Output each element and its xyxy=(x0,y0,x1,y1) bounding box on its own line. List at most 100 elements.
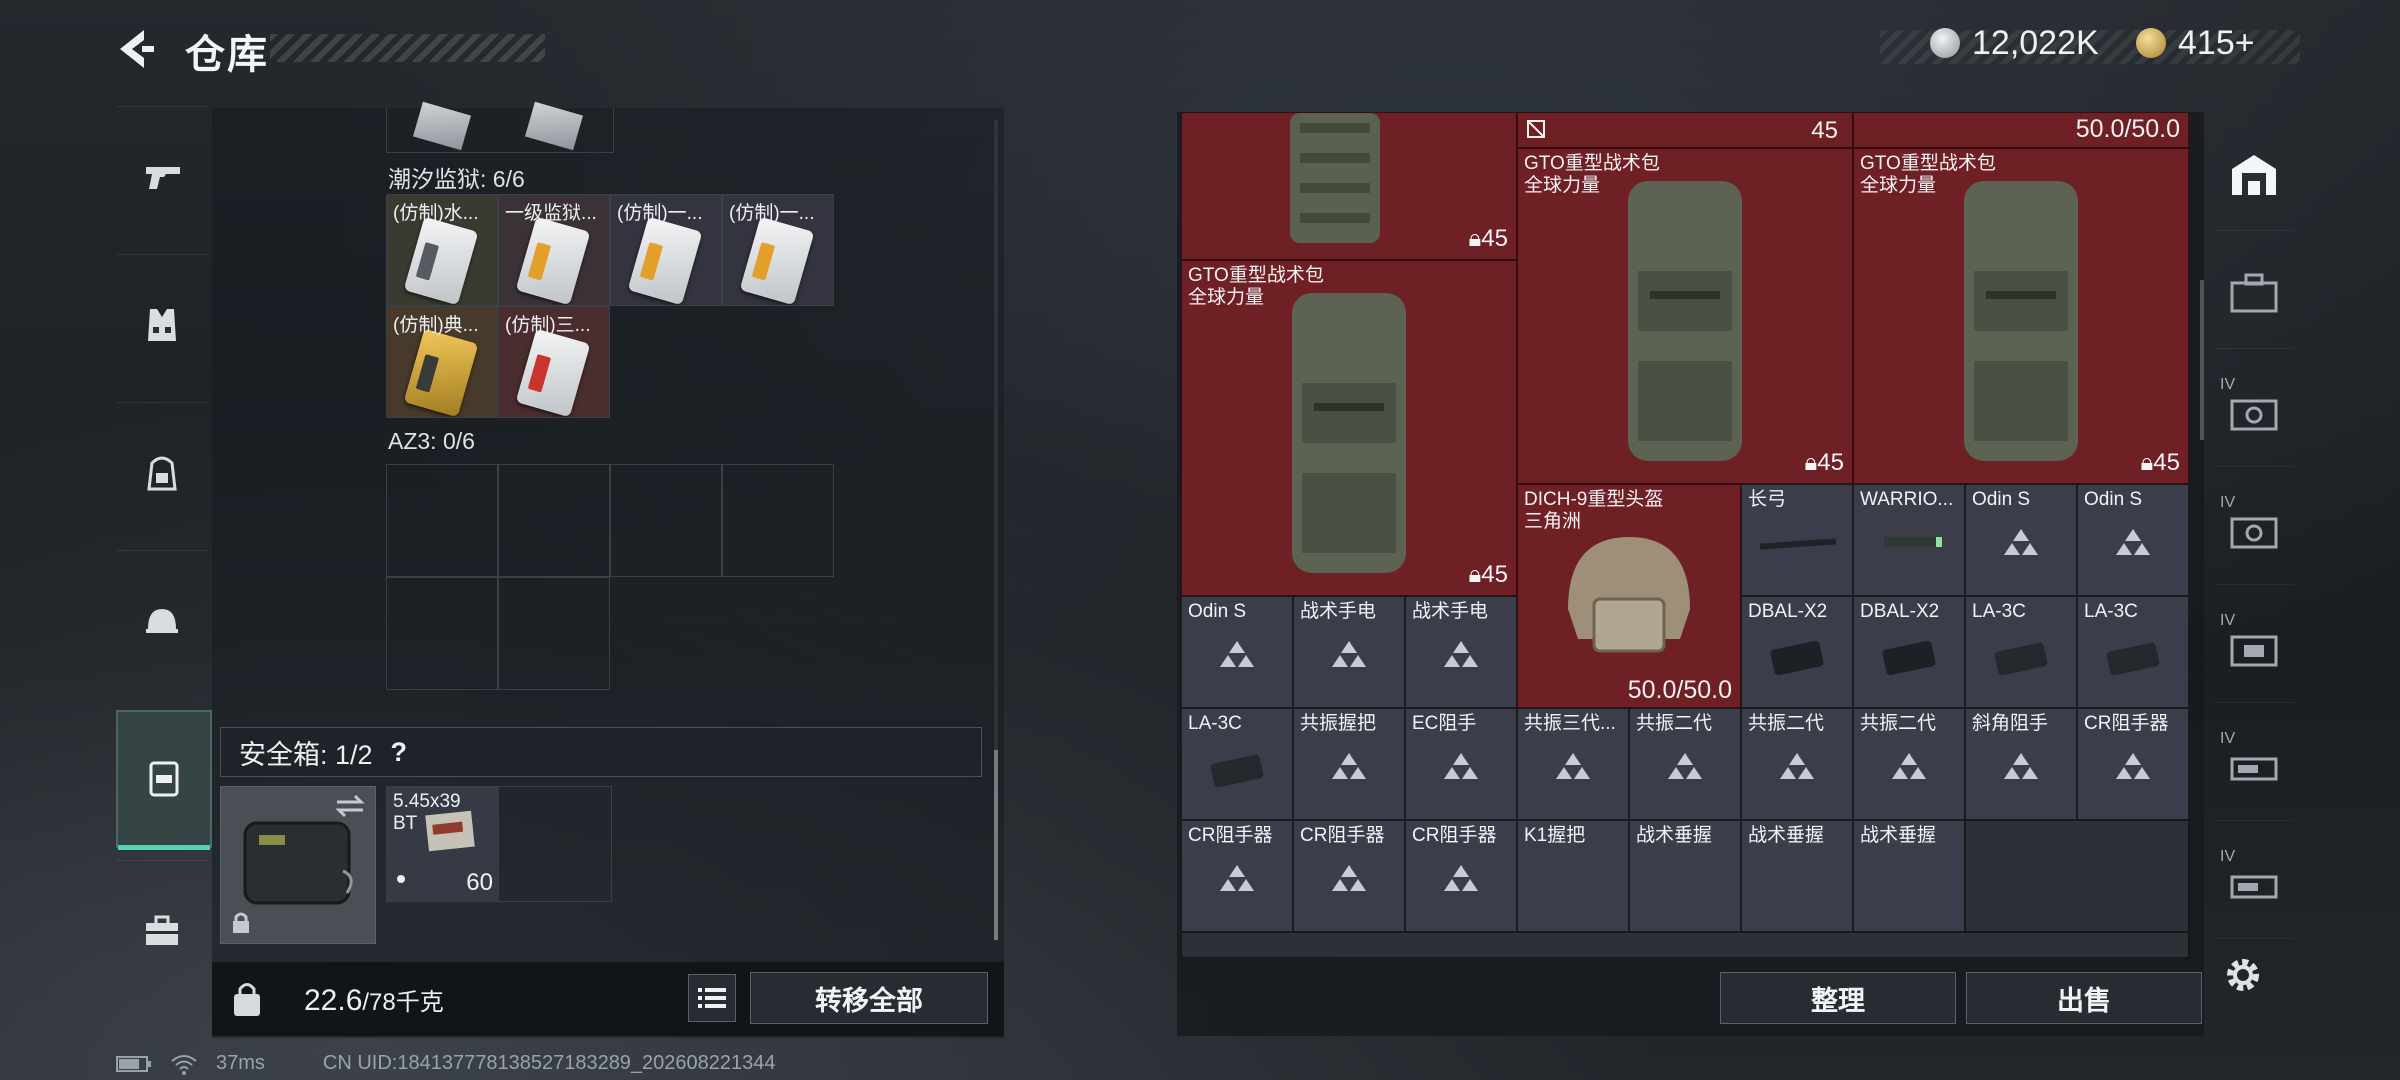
list-item[interactable]: Odin S xyxy=(2077,484,2189,596)
nav-weapons[interactable] xyxy=(116,106,208,247)
iv-case-icon xyxy=(2230,875,2278,899)
list-item[interactable]: 战术垂握 xyxy=(1853,820,1965,932)
az3-empty-grid xyxy=(386,464,834,690)
nav-safe-box[interactable] xyxy=(116,710,212,850)
backpack-icon xyxy=(1964,181,2078,461)
backpack-item[interactable]: GTO重型战术包 全球力量 🔒︎45 xyxy=(1853,148,2189,484)
rifle-icon xyxy=(1759,538,1837,550)
right-nav-warehouse[interactable] xyxy=(2214,120,2294,231)
empty-slot[interactable] xyxy=(1965,820,2189,932)
list-item[interactable]: CR阻手器 xyxy=(2077,708,2189,820)
ammo-item[interactable]: 5.45x39 BT 60 xyxy=(387,787,499,901)
right-scrollbar-thumb[interactable] xyxy=(2200,280,2204,440)
list-item[interactable]: LA-3C xyxy=(1965,596,2077,708)
list-item[interactable]: 战术手电 xyxy=(1405,596,1517,708)
safe-box-inventory: 5.45x39 BT 60 xyxy=(386,786,612,902)
list-item[interactable]: LA-3C xyxy=(2077,596,2189,708)
list-item[interactable]: (仿制)典... xyxy=(386,306,498,418)
list-item[interactable]: 共振握把 xyxy=(1293,708,1405,820)
list-item[interactable]: CR阻手器 xyxy=(1405,820,1517,932)
list-item[interactable]: 共振二代 xyxy=(1741,708,1853,820)
list-item[interactable]: 战术垂握 xyxy=(1741,820,1853,932)
iv-case-icon xyxy=(2230,635,2278,667)
empty-slot-row[interactable] xyxy=(1181,932,2189,958)
vest-icon xyxy=(148,309,176,341)
backpack-count: 🔒︎45 xyxy=(1468,225,1508,252)
list-item[interactable]: 长弓 xyxy=(1741,484,1853,596)
list-item[interactable]: (仿制)水... xyxy=(386,194,498,306)
empty-slot[interactable] xyxy=(386,464,498,577)
list-item[interactable]: (仿制)一... xyxy=(722,194,834,306)
list-item[interactable]: DBAL-X2 xyxy=(1741,596,1853,708)
placeholder-triangle-icon xyxy=(1556,753,1590,780)
helmet-item[interactable]: DICH-9重型头盔 三角洲 50.0/50.0 xyxy=(1517,484,1741,708)
sort-button[interactable]: 整理 xyxy=(1720,972,1956,1024)
list-item[interactable]: (仿制)三... xyxy=(498,306,610,418)
nav-tools[interactable] xyxy=(116,860,208,1001)
safe-box-label: 安全箱: 1/2 xyxy=(239,739,373,770)
list-item[interactable]: CR阻手器 xyxy=(1181,820,1293,932)
safe-box-slot[interactable] xyxy=(220,786,376,944)
card-icon xyxy=(413,101,471,151)
left-scrollbar-thumb[interactable] xyxy=(994,750,998,940)
list-item[interactable]: 共振二代 xyxy=(1629,708,1741,820)
transfer-all-button[interactable]: 转移全部 xyxy=(750,972,988,1024)
right-nav-iv-case-1[interactable]: IV xyxy=(2214,356,2294,467)
nav-backpack[interactable] xyxy=(116,402,208,543)
nav-rig[interactable] xyxy=(116,550,208,691)
placeholder-triangle-icon xyxy=(1668,753,1702,780)
list-item[interactable]: Odin S xyxy=(1965,484,2077,596)
backpack-item-partial[interactable]: 🔒︎45 xyxy=(1181,112,1517,260)
list-item[interactable]: 战术垂握 xyxy=(1629,820,1741,932)
list-item[interactable]: EC阻手 xyxy=(1405,708,1517,820)
top-row-durability-item[interactable]: 50.0/50.0 xyxy=(1853,112,2189,148)
backpack-count: 🔒︎45 xyxy=(1468,561,1508,588)
access-card-icon xyxy=(403,328,479,417)
currency-silver[interactable]: 12,022K xyxy=(1930,22,2099,64)
backpack-item[interactable]: GTO重型战术包 全球力量 🔒︎45 xyxy=(1181,260,1517,596)
top-row-item[interactable]: 45 xyxy=(1517,112,1853,148)
empty-slot[interactable] xyxy=(610,464,722,577)
sell-button[interactable]: 出售 xyxy=(1966,972,2202,1024)
list-item[interactable]: LA-3C xyxy=(1181,708,1293,820)
ping-value: 37ms xyxy=(216,1052,265,1074)
currency-gold[interactable]: 415+ xyxy=(2136,22,2255,64)
right-nav-iv-case-2[interactable]: IV xyxy=(2214,474,2294,585)
status-dot xyxy=(397,875,405,883)
helmet-durability: 50.0/50.0 xyxy=(1627,676,1732,704)
empty-slot[interactable] xyxy=(722,464,834,577)
right-nav-iv-case-3[interactable]: IV xyxy=(2214,592,2294,703)
list-item[interactable]: DBAL-X2 xyxy=(1853,596,1965,708)
currency-silver-value: 12,022K xyxy=(1972,23,2099,62)
help-icon[interactable]: ? xyxy=(391,737,408,768)
back-arrow-icon[interactable] xyxy=(112,26,158,72)
list-item[interactable]: 斜角阻手 xyxy=(1965,708,2077,820)
iv-case-icon xyxy=(2230,757,2278,781)
list-item[interactable]: CR阻手器 xyxy=(1293,820,1405,932)
backpack-item[interactable]: GTO重型战术包 全球力量 🔒︎45 xyxy=(1517,148,1853,484)
placeholder-triangle-icon xyxy=(1220,865,1254,892)
list-item[interactable]: 共振三代... xyxy=(1517,708,1629,820)
right-nav: IV IV IV IV IV xyxy=(2206,112,2298,982)
access-card-icon xyxy=(739,216,815,305)
empty-slot[interactable] xyxy=(498,464,610,577)
empty-slot[interactable] xyxy=(386,577,498,690)
right-nav-case[interactable] xyxy=(2214,238,2294,349)
list-item[interactable]: K1握把 xyxy=(1517,820,1629,932)
placeholder-triangle-icon xyxy=(2004,753,2038,780)
swap-icon[interactable] xyxy=(333,793,367,819)
right-nav-iv-case-5[interactable]: IV xyxy=(2214,828,2294,939)
scope-icon xyxy=(1884,537,1942,547)
access-card-icon xyxy=(403,216,479,305)
gear-icon[interactable] xyxy=(2222,954,2264,996)
list-item[interactable]: 共振二代 xyxy=(1853,708,1965,820)
list-item[interactable]: 一级监狱... xyxy=(498,194,610,306)
list-item[interactable]: WARRIO... xyxy=(1853,484,1965,596)
empty-slot[interactable] xyxy=(498,577,610,690)
right-nav-iv-case-4[interactable]: IV xyxy=(2214,710,2294,821)
list-item[interactable]: (仿制)一... xyxy=(610,194,722,306)
list-item[interactable]: Odin S xyxy=(1181,596,1293,708)
nav-armor[interactable] xyxy=(116,254,208,395)
list-view-button[interactable] xyxy=(688,974,736,1022)
list-item[interactable]: 战术手电 xyxy=(1293,596,1405,708)
